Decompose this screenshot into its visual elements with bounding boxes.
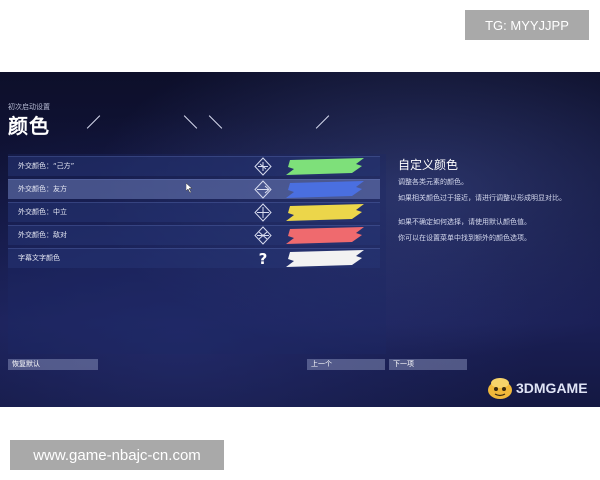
description-panel: 自定义颜色 调整各类元素的颜色。 如果相关颜色过于接近，请进行调整以形成明显对比… (388, 154, 592, 354)
row-label: 字幕文字颜色 (18, 254, 60, 262)
decor-slash (208, 115, 223, 129)
row-label: 外交颜色：友方 (18, 185, 67, 193)
color-swatch[interactable] (284, 204, 366, 221)
color-swatch[interactable] (284, 181, 366, 198)
question-icon: ? (259, 250, 268, 268)
color-row-neutral[interactable]: 外交颜色：中立 (8, 202, 380, 222)
row-label: 外交颜色：中立 (18, 208, 67, 216)
color-swatch[interactable] (284, 250, 366, 267)
site-logo: 3DMGAME (486, 376, 588, 400)
logo-mascot-icon (488, 378, 512, 399)
row-label: 外交颜色：敌对 (18, 231, 67, 239)
color-swatch[interactable] (284, 158, 366, 175)
diplomacy-self-icon (254, 157, 272, 176)
color-row-self[interactable]: 外交颜色：“己方” (8, 156, 380, 176)
color-swatch[interactable] (284, 227, 366, 244)
row-label: 外交颜色：“己方” (18, 162, 75, 170)
next-button[interactable]: 下一项 (389, 359, 467, 370)
color-row-ally[interactable]: 外交颜色：友方 (8, 179, 380, 199)
page-title: 颜色 (8, 114, 50, 138)
decor-slash (86, 115, 101, 129)
decor-slash (315, 115, 330, 129)
description-paragraph: 调整各类元素的颜色。 (398, 178, 468, 186)
description-paragraph: 如果不确定如何选择，请使用默认颜色值。 (398, 218, 531, 226)
description-title: 自定义颜色 (398, 158, 459, 172)
description-paragraph: 如果相关颜色过于接近，请进行调整以形成明显对比。 (398, 194, 566, 202)
color-row-subtitle[interactable]: 字幕文字颜色 ? (8, 248, 380, 268)
svg-text:?: ? (259, 250, 268, 268)
color-row-enemy[interactable]: 外交颜色：敌对 (8, 225, 380, 245)
decor-slash (183, 115, 198, 129)
diplomacy-neutral-icon (254, 203, 272, 222)
diplomacy-ally-icon (254, 180, 272, 199)
diplomacy-enemy-icon (254, 226, 272, 245)
mouse-cursor-icon (186, 183, 193, 193)
bottom-watermark: www.game-nbajc-cn.com (10, 440, 224, 470)
top-watermark: TG: MYYJJPP (465, 10, 589, 40)
reset-defaults-button[interactable]: 恢复默认 (8, 359, 98, 370)
game-screen: 初次启动设置 颜色 外交颜色：“己方” 外交颜色：友方 外交颜色：中立 外交颜色… (0, 72, 600, 407)
previous-button[interactable]: 上一个 (307, 359, 385, 370)
description-paragraph: 你可以在设置菜单中找到额外的颜色选项。 (398, 234, 531, 242)
logo-text: 3DMGAME (516, 380, 588, 396)
